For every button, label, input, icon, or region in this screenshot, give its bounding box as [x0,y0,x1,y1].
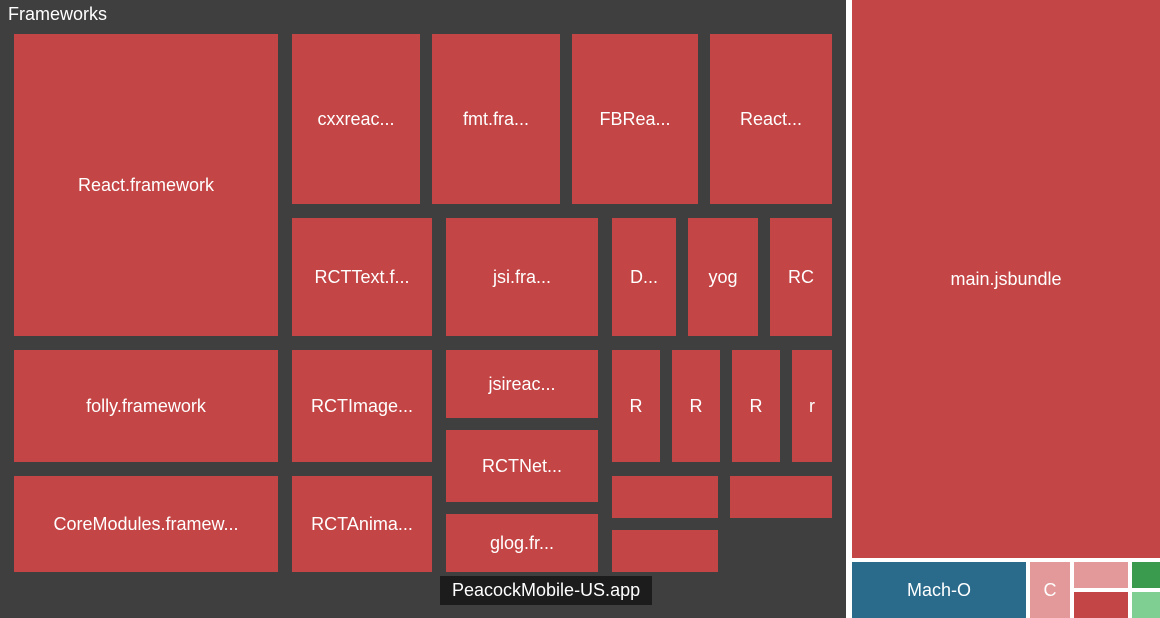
cell-green2[interactable] [1132,592,1160,618]
label-macho: Mach-O [852,562,1026,618]
label-rctimage: RCTImage... [292,350,432,462]
cell-fbrea[interactable]: FBRea... [572,34,698,204]
label-glog: glog.fr... [446,514,598,572]
cell-jsi[interactable]: jsi.fra... [446,218,598,336]
label-fbrea: FBRea... [572,34,698,204]
cell-r1[interactable]: R [612,350,660,462]
cell-red-small[interactable] [1074,592,1128,618]
label-jsireac: jsireac... [446,350,598,418]
label-r4: r [792,350,832,462]
cell-pink-small[interactable] [1074,562,1128,588]
cell-glog[interactable]: glog.fr... [446,514,598,572]
label-rcttext: RCTText.f... [292,218,432,336]
cell-unlabeled-1[interactable] [612,476,718,518]
cell-rctanima[interactable]: RCTAnima... [292,476,432,572]
label-cxxreac: cxxreac... [292,34,420,204]
cell-r2[interactable]: R [672,350,720,462]
label-r1: R [612,350,660,462]
cell-cxxreact[interactable]: cxxreac... [292,34,420,204]
label-rctanima: RCTAnima... [292,476,432,572]
cell-d[interactable]: D... [612,218,676,336]
label-jsi: jsi.fra... [446,218,598,336]
label-main-jsbundle: main.jsbundle [852,0,1160,558]
cell-green1[interactable] [1132,562,1160,588]
cell-r4[interactable]: r [792,350,832,462]
label-coremod: CoreModules.framew... [14,476,278,572]
cell-rctimage[interactable]: RCTImage... [292,350,432,462]
cell-fmt[interactable]: fmt.fra... [432,34,560,204]
label-c: C [1030,562,1070,618]
cell-folly-framework[interactable]: folly.framework [14,350,278,462]
cell-r3[interactable]: R [732,350,780,462]
cell-react-framework[interactable]: React.framework [14,34,278,336]
label-fmt: fmt.fra... [432,34,560,204]
cell-rc[interactable]: RC [770,218,832,336]
cell-unlabeled-3[interactable] [612,530,718,572]
cell-mach-o[interactable]: Mach-O [852,562,1026,618]
label-d: D... [612,218,676,336]
label-folly: folly.framework [14,350,278,462]
label-react2: React... [710,34,832,204]
cell-rctnet[interactable]: RCTNet... [446,430,598,502]
cell-main-jsbundle[interactable]: main.jsbundle [852,0,1160,558]
cell-jsireac[interactable]: jsireac... [446,350,598,418]
label-r2: R [672,350,720,462]
label-rctnet: RCTNet... [446,430,598,502]
cell-c[interactable]: C [1030,562,1070,618]
label-r3: R [732,350,780,462]
label-yog: yog [688,218,758,336]
label-react-framework: React.framework [14,34,278,336]
root-label: PeacockMobile-US.app [440,576,652,605]
cell-react2[interactable]: React... [710,34,832,204]
label-rc: RC [770,218,832,336]
cell-coremodules-framework[interactable]: CoreModules.framew... [14,476,278,572]
cell-yog[interactable]: yog [688,218,758,336]
cell-unlabeled-2[interactable] [730,476,832,518]
group-label-frameworks: Frameworks [8,4,107,25]
cell-rcttext[interactable]: RCTText.f... [292,218,432,336]
